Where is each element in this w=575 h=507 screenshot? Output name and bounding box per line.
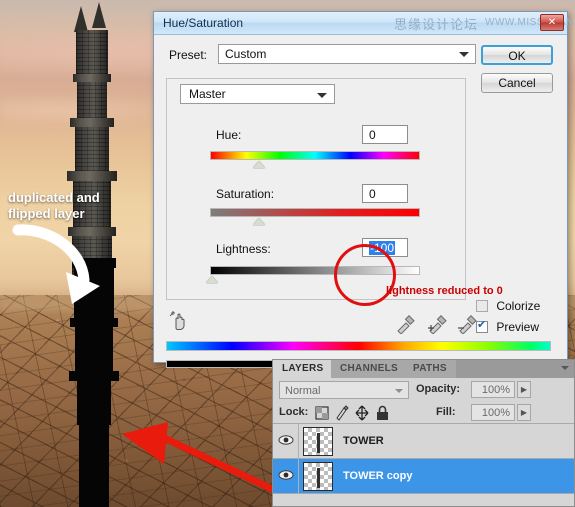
tower-cornice-2: [70, 118, 114, 127]
cancel-button[interactable]: Cancel: [481, 73, 553, 93]
hue-slider-thumb[interactable]: [253, 161, 265, 168]
preset-value: Custom: [225, 47, 267, 61]
watermark-chinese: 思缘设计论坛: [394, 18, 479, 33]
table-row[interactable]: TOWER: [273, 424, 574, 459]
close-icon[interactable]: ✕: [540, 14, 564, 31]
tower-cornice-3: [67, 171, 117, 181]
lock-position-icon: [355, 405, 369, 421]
tower-mid-block: [77, 82, 107, 118]
saturation-slider-thumb[interactable]: [253, 218, 265, 225]
chevron-down-icon: [459, 52, 469, 57]
preview-label: Preview: [496, 320, 540, 334]
lock-row: Lock: Fill: 100% ▶: [273, 402, 574, 424]
annotation-line-1: duplicated and: [8, 190, 100, 205]
blend-mode-value: Normal: [285, 385, 321, 397]
tower-upper-block: [76, 30, 108, 74]
on-image-adjust-hand-icon[interactable]: [168, 310, 190, 332]
colorize-checkbox[interactable]: Colorize: [476, 299, 540, 313]
hue-input[interactable]: 0: [362, 125, 408, 144]
hue-slider-track[interactable]: [210, 151, 420, 160]
lightness-slider-thumb[interactable]: [206, 276, 218, 283]
colorize-label: Colorize: [496, 299, 541, 313]
tower-balcony-block: [75, 127, 109, 171]
fill-label: Fill:: [436, 406, 456, 418]
fill-stepper-icon[interactable]: ▶: [517, 404, 531, 421]
tab-layers[interactable]: LAYERS: [273, 360, 333, 378]
lock-icon-group: [315, 405, 388, 421]
chevron-down-icon: [317, 93, 327, 98]
white-curved-arrow-icon: [12, 224, 100, 304]
preset-dropdown[interactable]: Custom: [218, 44, 476, 64]
annotation-duplicated-flipped: duplicated and flipped layer: [8, 190, 158, 222]
dialog-title: Hue/Saturation: [163, 16, 244, 30]
eyedropper-add-icon: [428, 315, 447, 334]
screenshot-root: duplicated and flipped layer Hue/Saturat…: [0, 0, 575, 507]
layer-visibility-toggle[interactable]: [273, 459, 299, 493]
lock-all-icon: [377, 405, 388, 420]
saturation-label: Saturation:: [216, 187, 275, 201]
colorize-checkbox-box[interactable]: [476, 300, 488, 312]
annotation-lightness-note: lightness reduced to 0: [386, 285, 503, 297]
layer-thumbnail-content: [317, 433, 320, 453]
lock-label: Lock:: [279, 406, 309, 418]
fill-input[interactable]: 100%: [471, 404, 515, 421]
eyedropper-icon: [397, 315, 415, 334]
hue-label: Hue:: [216, 128, 242, 142]
layer-visibility-toggle[interactable]: [273, 424, 299, 458]
channel-dropdown[interactable]: Master: [180, 84, 335, 104]
opacity-stepper-icon[interactable]: ▶: [517, 381, 531, 398]
opacity-label: Opacity:: [416, 383, 461, 395]
dialog-titlebar[interactable]: Hue/Saturation 思缘设计论坛 WWW.MISSYUAN.COM ✕: [154, 12, 575, 35]
table-row[interactable]: TOWER copy: [273, 459, 574, 494]
layer-name[interactable]: TOWER: [343, 435, 384, 447]
chevron-down-icon: [395, 389, 403, 393]
layer-thumbnail[interactable]: [303, 462, 333, 491]
lock-transparent-pixels-icon: [315, 406, 329, 420]
blend-mode-dropdown[interactable]: Normal: [279, 381, 409, 399]
saturation-input[interactable]: 0: [362, 184, 408, 203]
blend-mode-row: Normal Opacity: 100% ▶: [273, 378, 574, 402]
layer-thumbnail[interactable]: [303, 427, 333, 456]
color-spectrum-bar: [166, 341, 551, 351]
panel-tab-bar: LAYERS CHANNELS PATHS: [273, 360, 574, 378]
preview-checkbox-box[interactable]: [476, 319, 488, 333]
tab-paths[interactable]: PATHS: [404, 360, 456, 378]
panel-menu-icon[interactable]: [561, 366, 569, 370]
layer-name[interactable]: TOWER copy: [343, 470, 412, 482]
eye-icon[interactable]: [278, 469, 294, 481]
lightness-label: Lightness:: [216, 242, 271, 256]
tab-channels[interactable]: CHANNELS: [331, 360, 407, 378]
lock-image-pixels-icon: [336, 405, 349, 421]
preset-label: Preset:: [169, 48, 208, 62]
eyedropper-subtract-icon: [458, 315, 477, 334]
layer-thumbnail-content: [317, 468, 320, 488]
opacity-input[interactable]: 100%: [471, 381, 515, 398]
annotation-line-2: flipped layer: [8, 206, 85, 221]
saturation-slider-track[interactable]: [210, 208, 420, 217]
layers-panel: LAYERS CHANNELS PATHS Normal Opacity: 10…: [272, 359, 575, 507]
tower-cornice-1: [73, 74, 111, 82]
hue-saturation-dialog: Hue/Saturation 思缘设计论坛 WWW.MISSYUAN.COM ✕…: [153, 11, 575, 368]
tower-spire-left: [74, 6, 88, 32]
eye-icon[interactable]: [278, 434, 294, 446]
preview-checkbox[interactable]: Preview: [476, 319, 540, 334]
tower-spire-right: [92, 2, 106, 28]
channel-value: Master: [189, 87, 226, 101]
ok-button[interactable]: OK: [481, 45, 553, 65]
